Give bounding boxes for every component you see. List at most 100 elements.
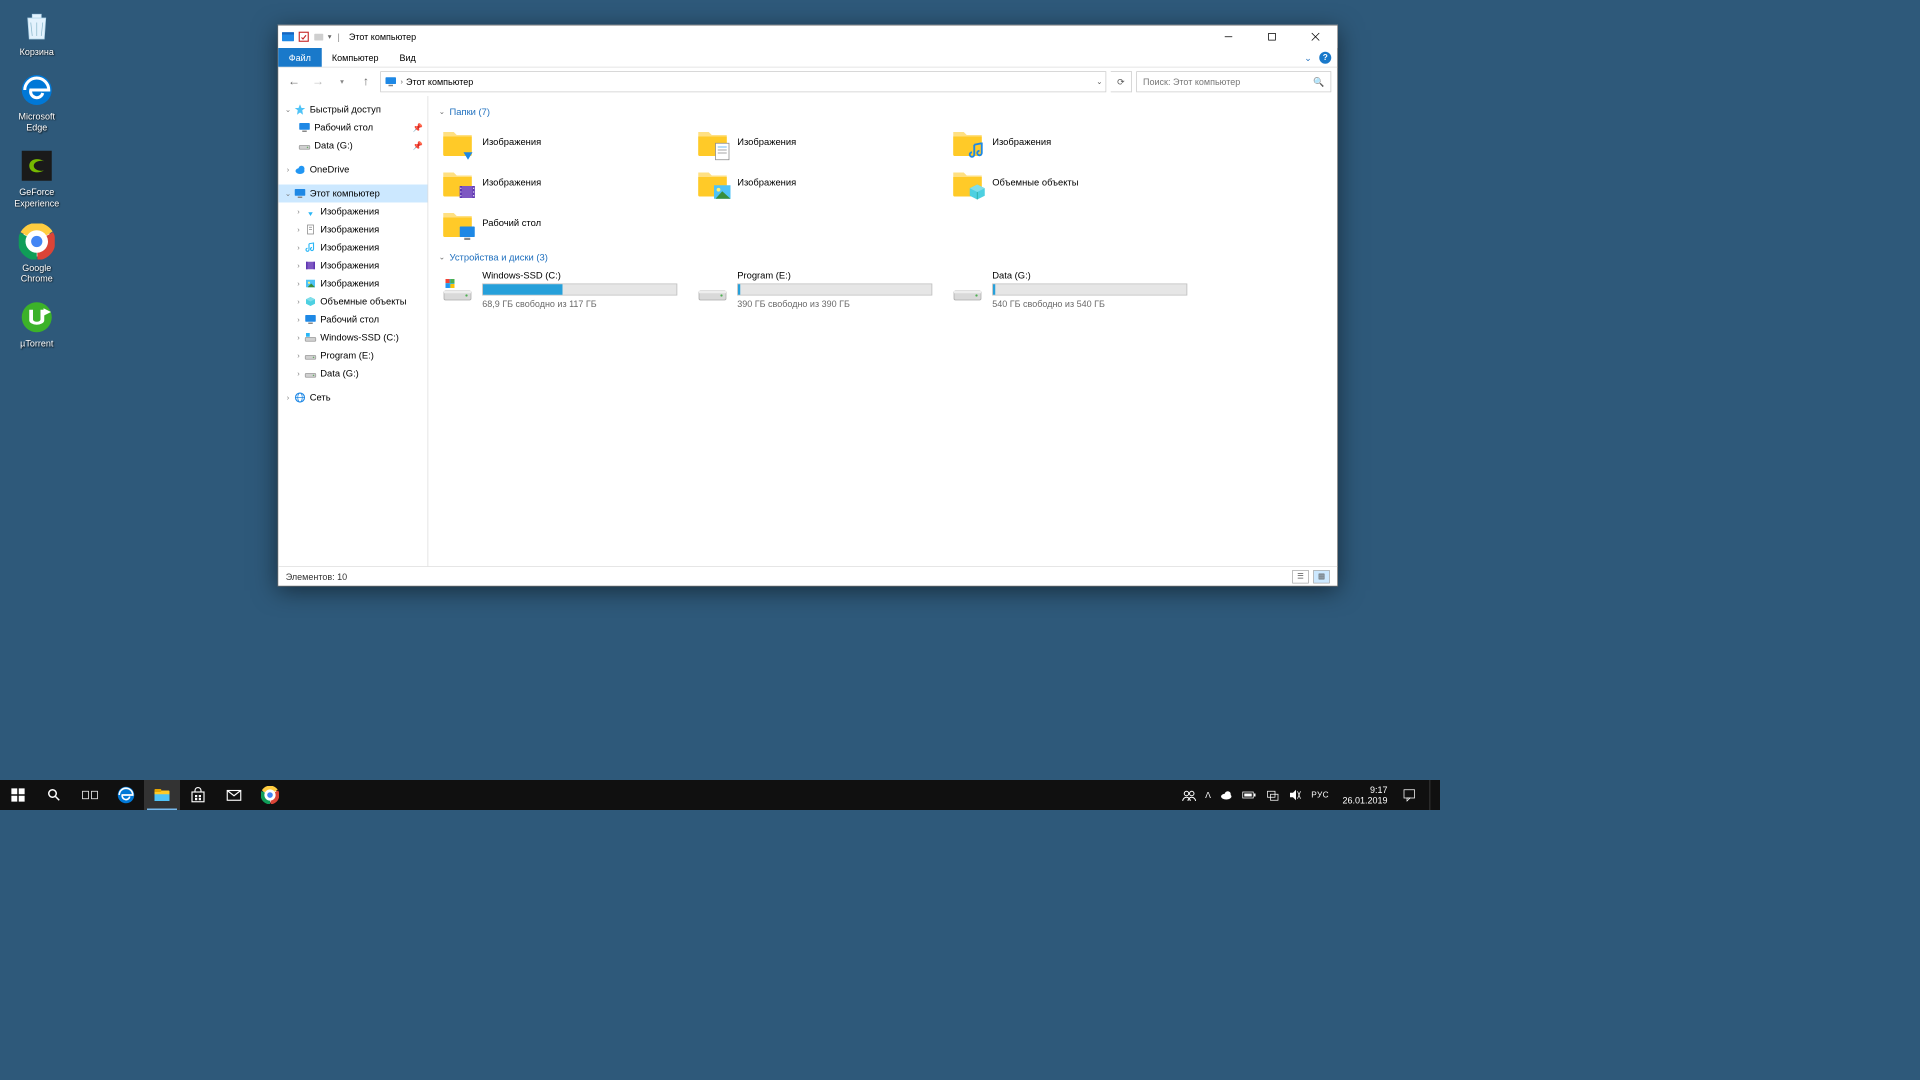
up-button[interactable]: ↑ xyxy=(356,72,376,92)
collapse-icon[interactable]: ⌄ xyxy=(439,253,445,261)
clock[interactable]: 9:17 26.01.2019 xyxy=(1338,784,1392,806)
expand-icon[interactable]: › xyxy=(293,315,304,323)
tree-item[interactable]: › Изображения xyxy=(278,257,427,275)
qat-properties-icon[interactable] xyxy=(298,31,310,43)
collapse-icon[interactable]: ⌄ xyxy=(439,108,445,116)
folder-item[interactable]: Изображения xyxy=(439,164,679,202)
start-button[interactable] xyxy=(0,780,36,810)
tab-file[interactable]: Файл xyxy=(278,48,321,67)
expand-icon[interactable]: › xyxy=(283,393,294,401)
tree-onedrive[interactable]: › OneDrive xyxy=(278,161,427,179)
desktop-small-icon xyxy=(298,121,312,135)
taskbar-store[interactable] xyxy=(180,780,216,810)
tree-label: Изображения xyxy=(320,206,379,217)
folder-item[interactable]: Объемные объекты xyxy=(949,164,1189,202)
volume-icon[interactable] xyxy=(1289,788,1303,802)
path-chevron-icon[interactable]: › xyxy=(401,78,404,86)
tree-item[interactable]: › Windows-SSD (C:) xyxy=(278,329,427,347)
content-pane[interactable]: ⌄ Папки (7) ИзображенияИзображенияИзобра… xyxy=(428,96,1337,566)
task-view-button[interactable] xyxy=(72,780,108,810)
drive-item[interactable]: Program (E:)390 ГБ свободно из 390 ГБ xyxy=(694,269,934,311)
folder-item[interactable]: Изображения xyxy=(439,123,679,161)
folder-item[interactable]: Изображения xyxy=(694,123,934,161)
folder-item[interactable]: Рабочий стол xyxy=(439,204,679,242)
tab-view[interactable]: Вид xyxy=(389,48,426,67)
navigation-tree[interactable]: ⌄ Быстрый доступ Рабочий стол📌Data (G:)📌… xyxy=(278,96,428,566)
close-button[interactable] xyxy=(1294,26,1338,49)
address-dropdown-icon[interactable]: ⌄ xyxy=(1096,78,1102,86)
collapse-icon[interactable]: ⌄ xyxy=(283,105,294,113)
forward-button[interactable]: → xyxy=(308,72,328,92)
expand-icon[interactable]: › xyxy=(293,261,304,269)
tree-item[interactable]: Рабочий стол📌 xyxy=(278,119,427,137)
tree-item[interactable]: ›Объемные объекты xyxy=(278,293,427,311)
tree-label: Windows-SSD (C:) xyxy=(320,332,399,343)
desktop-icon-label: µTorrent xyxy=(20,338,53,349)
maximize-button[interactable] xyxy=(1250,26,1294,49)
taskbar-mail[interactable] xyxy=(216,780,252,810)
expand-icon[interactable]: › xyxy=(293,225,304,233)
history-dropdown-icon[interactable]: ▾ xyxy=(332,72,352,92)
expand-icon[interactable]: › xyxy=(293,369,304,377)
qat-newfolder-icon[interactable] xyxy=(313,31,325,43)
show-desktop-button[interactable] xyxy=(1430,780,1435,810)
expand-icon[interactable]: › xyxy=(293,279,304,287)
taskbar-edge[interactable] xyxy=(108,780,144,810)
group-folders-header[interactable]: ⌄ Папки (7) xyxy=(439,107,1327,118)
tree-item[interactable]: ›Изображения xyxy=(278,239,427,257)
address-bar[interactable]: › Этот компьютер ⌄ xyxy=(380,71,1106,92)
back-button[interactable]: ← xyxy=(284,72,304,92)
folder-item[interactable]: Изображения xyxy=(694,164,934,202)
refresh-button[interactable]: ⟳ xyxy=(1111,71,1132,92)
expand-icon[interactable]: › xyxy=(293,333,304,341)
battery-icon[interactable] xyxy=(1242,790,1257,801)
ribbon-expand-icon[interactable]: ⌄ xyxy=(1298,48,1318,67)
desktop-icon-edge[interactable]: MicrosoftEdge xyxy=(3,71,71,133)
tree-item[interactable]: Data (G:)📌 xyxy=(278,137,427,155)
network-tray-icon[interactable] xyxy=(1266,788,1280,802)
tray-overflow-icon[interactable]: ᐱ xyxy=(1205,790,1211,800)
quick-access-toolbar: ▾ | xyxy=(278,30,346,44)
drive-item[interactable]: Windows-SSD (C:)68,9 ГБ свободно из 117 … xyxy=(439,269,679,311)
tree-item[interactable]: ›Изображения xyxy=(278,275,427,293)
collapse-icon[interactable]: ⌄ xyxy=(283,189,294,197)
group-drives-header[interactable]: ⌄ Устройства и диски (3) xyxy=(439,252,1327,263)
onedrive-tray-icon[interactable] xyxy=(1220,788,1234,802)
view-large-icons-button[interactable]: ▦ xyxy=(1313,570,1330,584)
tree-item[interactable]: ›Data (G:) xyxy=(278,365,427,383)
drive-icon xyxy=(695,270,730,305)
help-icon[interactable]: ? xyxy=(1319,51,1331,63)
taskbar-chrome[interactable] xyxy=(252,780,288,810)
chevron-down-icon[interactable]: ▾ xyxy=(328,33,332,41)
language-indicator[interactable]: РУС xyxy=(1311,791,1329,800)
expand-icon[interactable]: › xyxy=(293,297,304,305)
desktop-icon-chrome[interactable]: GoogleChrome xyxy=(3,222,71,284)
tab-computer[interactable]: Компьютер xyxy=(321,48,389,67)
folder-item[interactable]: Изображения xyxy=(949,123,1189,161)
expand-icon[interactable]: › xyxy=(293,243,304,251)
minimize-button[interactable] xyxy=(1207,26,1251,49)
titlebar[interactable]: ▾ | Этот компьютер xyxy=(278,26,1337,49)
expand-icon[interactable]: › xyxy=(293,351,304,359)
desktop-icon-recycle[interactable]: Корзина xyxy=(3,6,71,57)
desktop-icon-utorrent[interactable]: µTorrent xyxy=(3,298,71,349)
taskbar-explorer[interactable] xyxy=(144,780,180,810)
breadcrumb[interactable]: Этот компьютер xyxy=(406,77,473,88)
tree-item[interactable]: ›Program (E:) xyxy=(278,347,427,365)
tree-label: Изображения xyxy=(320,260,379,271)
drive-item[interactable]: Data (G:)540 ГБ свободно из 540 ГБ xyxy=(949,269,1189,311)
tree-this-pc[interactable]: ⌄ Этот компьютер xyxy=(278,185,427,203)
tree-item[interactable]: ›Рабочий стол xyxy=(278,311,427,329)
expand-icon[interactable]: › xyxy=(283,165,294,173)
view-details-button[interactable]: ☰ xyxy=(1292,570,1309,584)
expand-icon[interactable]: › xyxy=(293,207,304,215)
search-button[interactable] xyxy=(36,780,72,810)
tree-item[interactable]: ›Изображения xyxy=(278,221,427,239)
people-icon[interactable] xyxy=(1181,788,1196,803)
tree-item[interactable]: › Изображения xyxy=(278,203,427,221)
tree-network[interactable]: › Сеть xyxy=(278,389,427,407)
search-input[interactable]: Поиск: Этот компьютер 🔍 xyxy=(1136,71,1331,92)
desktop-icon-nvidia[interactable]: GeForceExperience xyxy=(3,146,71,208)
action-center-icon[interactable] xyxy=(1401,787,1418,804)
tree-quick-access[interactable]: ⌄ Быстрый доступ xyxy=(278,101,427,119)
